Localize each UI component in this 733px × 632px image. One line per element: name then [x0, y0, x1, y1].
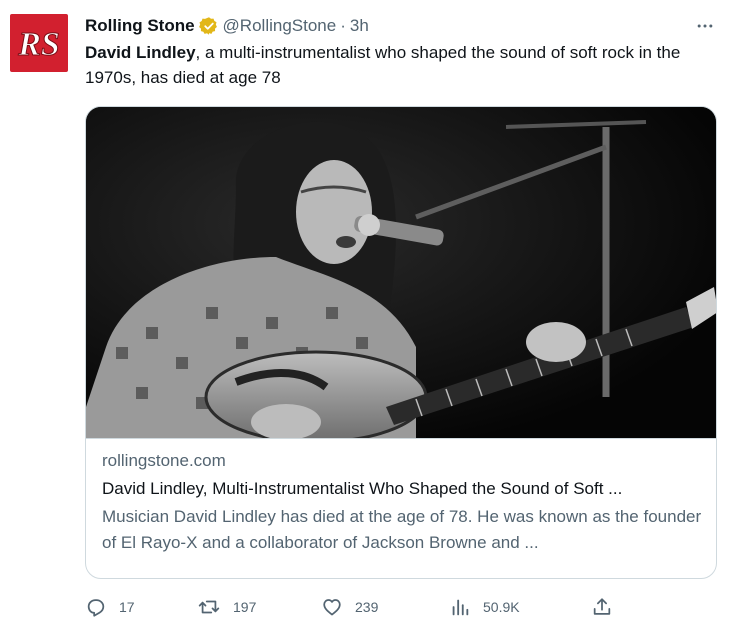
views-icon	[452, 599, 469, 616]
tweet-header: Rolling Stone @RollingStone · 3h	[85, 14, 369, 38]
tweet-text-bold: David Lindley	[85, 43, 196, 62]
tweet-actions: 17 197 239 50.9K	[85, 594, 625, 620]
author-handle[interactable]: @RollingStone	[223, 16, 337, 36]
card-title: David Lindley, Multi-Instrumentalist Who…	[102, 479, 623, 498]
header-separator: ·	[340, 16, 346, 35]
share-button[interactable]	[591, 594, 613, 620]
reply-button[interactable]: 17	[85, 594, 135, 620]
card-domain: rollingstone.com	[102, 451, 226, 470]
like-button[interactable]: 239	[321, 594, 378, 620]
avatar[interactable]: RS	[10, 14, 68, 72]
more-icon	[697, 24, 713, 28]
tweet-text: David Lindley, a multi-instrumentalist w…	[85, 40, 725, 90]
card-description: Musician David Lindley has died at the a…	[102, 507, 702, 552]
verified-badge-icon[interactable]	[198, 16, 219, 36]
link-card[interactable]: rollingstone.com David Lindley, Multi-In…	[85, 106, 717, 579]
tweet[interactable]: RS Rolling Stone @RollingStone · 3h Davi…	[0, 0, 733, 632]
card-body[interactable]: rollingstone.com David Lindley, Multi-In…	[102, 448, 702, 556]
author-name[interactable]: Rolling Stone	[85, 16, 195, 36]
avatar-logo-text: RS	[17, 26, 60, 63]
retweet-button[interactable]: 197	[197, 594, 256, 620]
like-icon	[323, 599, 341, 616]
share-icon	[593, 598, 611, 615]
card-image[interactable]	[86, 107, 716, 439]
retweet-count: 197	[233, 599, 257, 615]
like-count: 239	[355, 599, 379, 615]
reply-icon	[87, 599, 105, 617]
more-button[interactable]	[690, 14, 720, 38]
reply-count: 17	[119, 599, 135, 615]
timestamp[interactable]: 3h	[350, 16, 369, 36]
views-count: 50.9K	[483, 599, 520, 615]
retweet-icon	[198, 600, 220, 614]
views-button[interactable]: 50.9K	[449, 594, 520, 620]
